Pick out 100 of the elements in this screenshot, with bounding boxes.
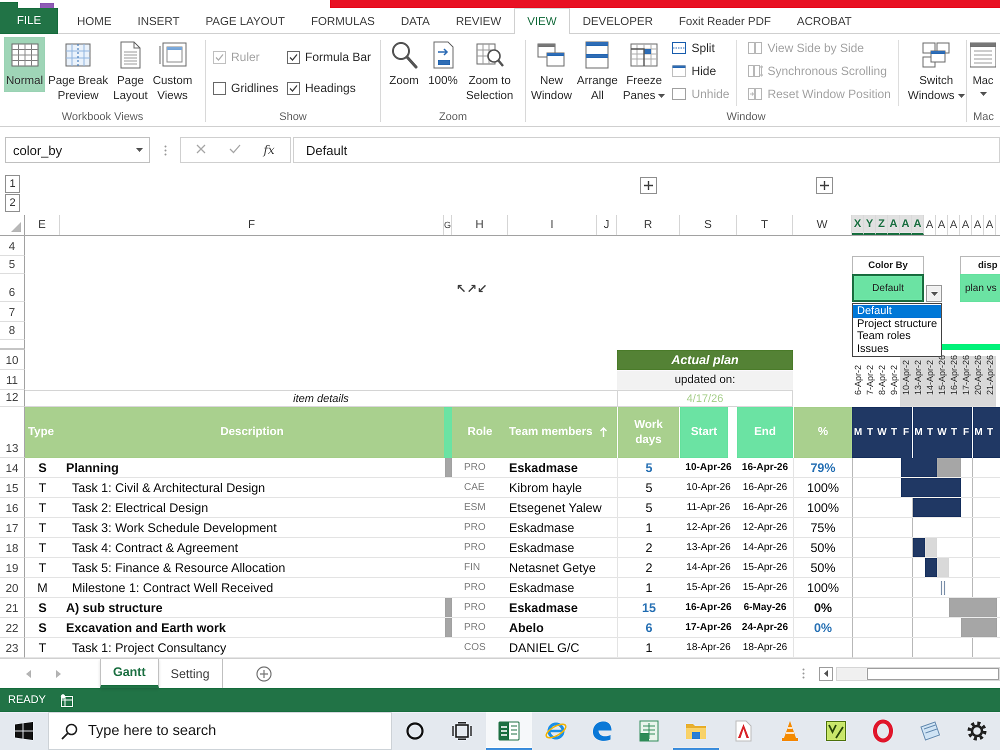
insert-function-button[interactable]: fx	[263, 143, 275, 157]
sheet-icon[interactable]	[60, 694, 73, 706]
window-icon	[671, 86, 688, 102]
horizontal-scrollbar[interactable]	[836, 666, 1000, 680]
ribbon-tab[interactable]: DATA	[388, 8, 443, 34]
column-header[interactable]: A	[972, 215, 984, 235]
name-box[interactable]: color_by	[5, 137, 150, 163]
row-header[interactable]: 6	[0, 274, 25, 302]
date-label: 21-Apr-26	[984, 356, 996, 407]
normal-view-button[interactable]: Normal	[4, 37, 46, 92]
custom-views-button[interactable]: Custom Views	[150, 37, 194, 107]
column-header[interactable]: G	[444, 215, 452, 235]
weekday-label: T	[890, 426, 898, 440]
column-header[interactable]: F	[60, 215, 444, 235]
row-header[interactable]: 16	[0, 498, 25, 518]
zoom-button[interactable]: Zoom	[386, 37, 422, 92]
scroll-left-button[interactable]	[819, 666, 833, 680]
ribbon-tab[interactable]: HOME	[64, 8, 124, 34]
ribbon-tab[interactable]: FORMULAS	[298, 8, 388, 34]
column-header[interactable]: Y	[864, 215, 876, 235]
expand-group-button[interactable]	[816, 177, 833, 194]
zoom-to-selection-button[interactable]: Zoom to Selection	[464, 37, 516, 107]
ribbon-tab[interactable]: INSERT	[124, 8, 192, 34]
row-header[interactable]: 22	[0, 618, 25, 638]
page-break-preview-button[interactable]: Page Break Preview	[46, 37, 110, 107]
freeze-panes-button[interactable]: Freeze Panes	[620, 37, 668, 107]
row-header[interactable]: 19	[0, 558, 25, 578]
row-header[interactable]: 21	[0, 598, 25, 618]
row-header[interactable]: 4	[0, 236, 25, 256]
row-header[interactable]: 10	[0, 350, 25, 370]
circle-icon	[405, 721, 426, 741]
row-header[interactable]: 7	[0, 302, 25, 322]
macros-button[interactable]: Mac	[970, 37, 996, 99]
search-field[interactable]: Type here to search	[48, 712, 392, 750]
row-header[interactable]: 20	[0, 578, 25, 598]
notepad-icon	[918, 719, 942, 743]
row-header[interactable]: 15	[0, 478, 25, 498]
checkbox[interactable]	[287, 50, 300, 64]
ribbon-tab[interactable]: PAGE LAYOUT	[192, 8, 298, 34]
type-cell: S	[25, 618, 60, 638]
formula-field[interactable]: Default	[293, 137, 1000, 163]
type-cell: S	[25, 458, 60, 478]
dropdown-option[interactable]: Team roles	[853, 330, 941, 342]
column-header[interactable]: J	[597, 215, 617, 235]
column-header[interactable]: A	[924, 215, 936, 235]
column-header[interactable]: A	[912, 215, 924, 235]
file-menu-button[interactable]: FILE	[0, 8, 58, 34]
row-header[interactable]: 5	[0, 256, 25, 274]
ribbon-tab[interactable]: REVIEW	[442, 8, 514, 34]
column-header[interactable]: T	[737, 215, 793, 235]
dropdown-option[interactable]: Default	[853, 305, 941, 318]
column-header[interactable]: S	[680, 215, 737, 235]
checkbox[interactable]	[287, 82, 300, 94]
expand-group-button[interactable]	[640, 177, 657, 194]
row-header[interactable]: 12	[0, 390, 25, 407]
outline-level-button[interactable]: 1	[5, 175, 20, 193]
ribbon-tab[interactable]: ACROBAT	[784, 8, 865, 34]
outline-level-button[interactable]: 2	[5, 194, 20, 212]
ribbon-tab[interactable]: DEVELOPER	[570, 8, 666, 34]
dropdown-option[interactable]: Issues	[853, 342, 941, 355]
column-header[interactable]: A	[960, 215, 972, 235]
task-view-icon	[452, 722, 472, 740]
row-header[interactable]: 11	[0, 370, 25, 390]
work-days-cell: 5	[617, 498, 680, 518]
page-layout-button[interactable]: Page Layout	[111, 37, 150, 107]
end-date-cell: 12-Apr-26	[737, 518, 793, 538]
column-header[interactable]: A	[900, 215, 912, 235]
zoom-100-button[interactable]: 100%	[425, 37, 461, 92]
arrange-all-button[interactable]: Arrange All	[574, 37, 620, 107]
column-header[interactable]: A	[936, 215, 948, 235]
taskbar-button[interactable]	[486, 712, 532, 750]
column-header[interactable]: Z	[876, 215, 888, 235]
column-header[interactable]: E	[25, 215, 60, 235]
dropdown-option[interactable]: Project structure	[853, 318, 941, 330]
ribbon-tab[interactable]: VIEW	[514, 8, 570, 34]
scrollbar-thumb[interactable]	[867, 668, 999, 680]
value-cell[interactable]: plan vs	[960, 274, 1000, 302]
split-button[interactable]: Split	[671, 38, 730, 58]
switch-windows-button[interactable]: Switch Windows	[906, 37, 967, 107]
hide-button[interactable]: Hide	[671, 61, 730, 81]
selected-value-cell[interactable]: Default	[852, 274, 924, 302]
row-header[interactable]: 17	[0, 518, 25, 538]
row-header[interactable]	[0, 340, 25, 350]
column-header[interactable]: H	[452, 215, 508, 235]
checkbox[interactable]	[213, 82, 226, 94]
column-header[interactable]: R	[617, 215, 680, 235]
description-cell: Excavation and Earth work	[60, 618, 444, 638]
column-header[interactable]: A	[888, 215, 900, 235]
column-header[interactable]: A	[984, 215, 996, 235]
column-header[interactable]: A	[948, 215, 960, 235]
column-header[interactable]: X	[852, 215, 864, 235]
row-header[interactable]: 8	[0, 322, 25, 340]
ribbon-tab[interactable]: Foxit Reader PDF	[666, 8, 784, 34]
row-header[interactable]: 18	[0, 538, 25, 558]
row-header[interactable]: 14	[0, 458, 25, 478]
percent-cell: 50%	[793, 558, 852, 578]
new-window-button[interactable]: New Window	[529, 37, 574, 107]
date-label: 16-Apr-26	[948, 356, 960, 407]
column-header[interactable]: I	[508, 215, 597, 235]
dropdown-button[interactable]	[926, 285, 942, 302]
